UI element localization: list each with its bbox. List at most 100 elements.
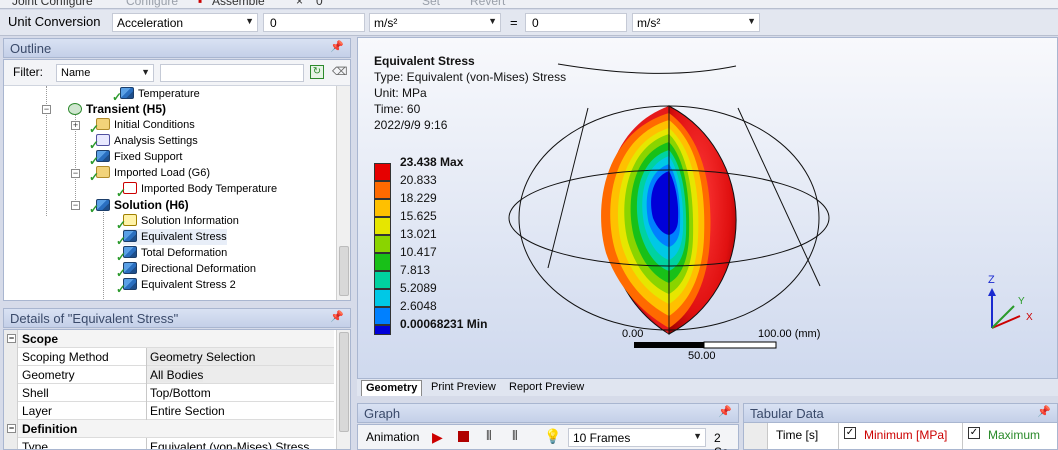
tree-item-transient[interactable]: Transient (H5) xyxy=(68,101,166,117)
min-checkbox[interactable]: ✓ xyxy=(844,427,856,439)
assemble-icon: ▪ xyxy=(198,0,203,8)
tree-item-fixed-support[interactable]: Fixed Support xyxy=(96,149,182,165)
triad-x-label: X xyxy=(1026,312,1033,323)
details-scrollbar[interactable] xyxy=(336,330,350,449)
frames-distributed-icon[interactable]: ⦀ xyxy=(486,428,492,444)
filter-select[interactable]: Name ▼ xyxy=(56,64,154,82)
tree-item-label: Equivalent Stress 2 xyxy=(141,279,236,291)
triad-z-label: Z xyxy=(988,274,995,286)
collapse-icon[interactable]: − xyxy=(7,424,16,433)
triad-y-axis xyxy=(991,305,1015,329)
tab-report-preview[interactable]: Report Preview xyxy=(505,380,588,396)
play-icon[interactable]: ▶ xyxy=(432,429,443,446)
details-row[interactable]: Shell Top/Bottom xyxy=(4,384,334,402)
wireframe-arc xyxy=(547,107,589,269)
scale-bar-black xyxy=(634,342,704,348)
column-divider xyxy=(146,348,147,366)
value-input-2[interactable]: 0 xyxy=(525,13,627,32)
refresh-icon[interactable]: ↻ xyxy=(310,65,324,79)
details-section-scope[interactable]: − Scope xyxy=(4,330,334,348)
tree-item-imported-body-temperature[interactable]: Imported Body Temperature xyxy=(123,181,277,197)
close-icon[interactable]: × xyxy=(296,0,303,8)
outline-scrollbar[interactable] xyxy=(336,86,350,300)
tree-item-label: Temperature xyxy=(138,88,200,100)
tree-item-total-deformation[interactable]: Total Deformation xyxy=(123,245,227,261)
tree-item-solution-information[interactable]: Solution Information xyxy=(123,213,239,229)
value-input-1[interactable]: 0 xyxy=(263,13,365,32)
unit-conversion-label: Unit Conversion xyxy=(8,14,101,29)
tree-item-imported-load[interactable]: Imported Load (G6) xyxy=(96,165,210,181)
unit-select-1[interactable]: m/s² ▼ xyxy=(369,13,501,32)
seconds-select[interactable]: 2 Se xyxy=(714,431,738,450)
tree-item-label: Directional Deformation xyxy=(141,263,256,275)
details-row[interactable]: Geometry All Bodies xyxy=(4,366,334,384)
details-title-bar: Details of "Equivalent Stress" 📌 xyxy=(3,308,351,328)
expand-icon[interactable]: + xyxy=(71,121,80,130)
filter-row: Filter: Name ▼ ↻ ⌫ xyxy=(4,60,350,86)
details-row[interactable]: Scoping Method Geometry Selection xyxy=(4,348,334,366)
tabular-data-table: Time [s] ✓ Minimum [MPa] ✓ Maximum xyxy=(743,422,1058,450)
outline-title-bar: Outline 📌 xyxy=(3,38,351,58)
scale-bar-white xyxy=(703,341,777,349)
details-panel: − Scope Scoping Method Geometry Selectio… xyxy=(3,329,351,450)
scrollbar-thumb[interactable] xyxy=(339,246,349,296)
analysis-icon xyxy=(68,103,82,115)
lightbulb-icon[interactable]: 💡 xyxy=(544,428,561,445)
details-value: All Bodies xyxy=(150,368,204,382)
graphics-viewport[interactable]: Equivalent Stress Type: Equivalent (von-… xyxy=(357,37,1058,379)
chevron-down-icon: ▼ xyxy=(141,67,150,77)
pin-icon[interactable]: 📌 xyxy=(330,310,344,323)
collapse-icon[interactable]: − xyxy=(42,105,51,114)
chevron-down-icon: ▼ xyxy=(693,431,702,441)
configure-button[interactable]: Configure xyxy=(126,0,178,8)
tree-item-analysis-settings[interactable]: Analysis Settings xyxy=(96,133,198,149)
chevron-down-icon: ▼ xyxy=(488,16,497,26)
details-row[interactable]: Layer Entire Section xyxy=(4,402,334,420)
revert-button[interactable]: Revert xyxy=(470,0,505,8)
col-header-time[interactable]: Time [s] xyxy=(776,428,818,442)
clear-filter-icon[interactable]: ⌫ xyxy=(332,65,348,79)
quantity-select[interactable]: Acceleration ▼ xyxy=(112,13,258,32)
unit-1-value: m/s² xyxy=(374,16,398,30)
frames-value: 10 Frames xyxy=(573,431,631,445)
unit-select-2[interactable]: m/s² ▼ xyxy=(632,13,760,32)
details-row[interactable]: Type Equivalent (von-Mises) Stress xyxy=(4,438,334,449)
collapse-icon[interactable]: − xyxy=(71,169,80,178)
scrollbar-thumb[interactable] xyxy=(339,332,349,432)
joint-configure-button[interactable]: Joint Configure xyxy=(12,0,93,8)
outline-title: Outline xyxy=(10,41,52,56)
gutter xyxy=(4,438,18,449)
collapse-icon[interactable]: − xyxy=(71,201,80,210)
pin-icon[interactable]: 📌 xyxy=(330,40,344,53)
col-header-maximum[interactable]: Maximum xyxy=(988,428,1040,442)
wireframe-arc xyxy=(557,63,737,74)
graph-title: Graph xyxy=(364,406,401,421)
tree-item-initial-conditions[interactable]: Initial Conditions xyxy=(96,117,195,133)
col-header-minimum[interactable]: Minimum [MPa] xyxy=(864,428,947,442)
collapse-icon[interactable]: − xyxy=(7,334,16,343)
stop-icon[interactable] xyxy=(458,431,469,442)
graph-toolbar: Animation ▶ ⦀ ⦀ 💡 10 Frames ▼ 2 Se xyxy=(357,424,739,450)
tree-item-temperature[interactable]: Temperature xyxy=(120,86,200,102)
assemble-button[interactable]: Assemble xyxy=(212,0,265,8)
tree-item-solution[interactable]: Solution (H6) xyxy=(96,197,189,213)
pin-icon[interactable]: 📌 xyxy=(718,405,732,418)
check-icon: ✓ xyxy=(89,170,100,184)
frames-select[interactable]: 10 Frames ▼ xyxy=(568,428,706,447)
set-button[interactable]: Set xyxy=(422,0,440,8)
row-header-column xyxy=(744,423,768,449)
tree-item-directional-deformation[interactable]: Directional Deformation xyxy=(123,261,256,277)
filter-search-input[interactable] xyxy=(160,64,304,82)
tab-print-preview[interactable]: Print Preview xyxy=(427,380,500,396)
tab-geometry[interactable]: Geometry xyxy=(361,380,423,396)
details-section-definition[interactable]: − Definition xyxy=(4,420,334,438)
graph-title-bar: Graph 📌 xyxy=(357,403,739,423)
frames-result-icon[interactable]: ⦀ xyxy=(512,428,518,444)
equals-label: = xyxy=(510,15,518,30)
pin-icon[interactable]: 📌 xyxy=(1037,405,1051,418)
gutter xyxy=(4,366,18,384)
tree-item-equivalent-stress[interactable]: Equivalent Stress xyxy=(123,229,227,245)
max-checkbox[interactable]: ✓ xyxy=(968,427,980,439)
arrow-icon xyxy=(988,288,996,296)
tree-item-equivalent-stress-2[interactable]: Equivalent Stress 2 xyxy=(123,277,236,293)
